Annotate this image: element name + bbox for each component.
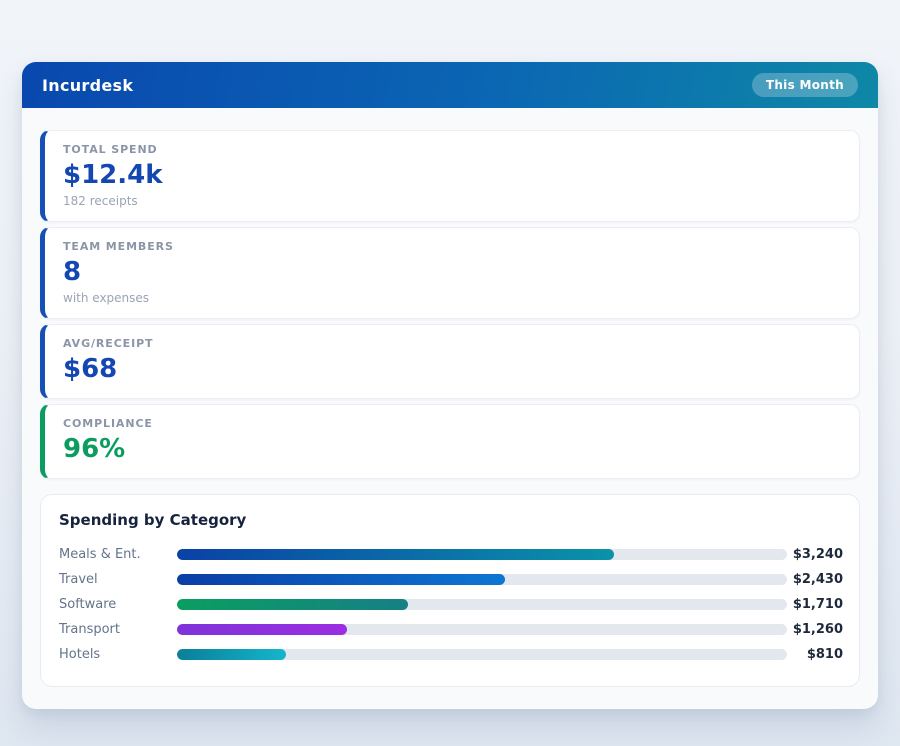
dashboard-content: TOTAL SPEND $12.4k 182 receipts TEAM MEMBER… <box>22 108 878 709</box>
stat-label: TOTAL SPEND <box>63 143 841 156</box>
chart-category-label: Travel <box>59 572 177 587</box>
stat-card: TEAM MEMBERS 8 with expenses <box>40 227 860 319</box>
chart-value-label: $810 <box>787 647 843 662</box>
chart-bar-fill <box>177 624 347 635</box>
chart-bar-track <box>177 624 787 635</box>
stat-value: 8 <box>63 258 841 288</box>
stat-subtext: 182 receipts <box>63 194 841 208</box>
spending-chart-card: Spending by Category Meals & Ent. $3,240 T… <box>40 494 860 687</box>
chart-bar-fill <box>177 574 505 585</box>
chart-category-label: Software <box>59 597 177 612</box>
stat-value: 96% <box>63 435 841 465</box>
chart-bar-track <box>177 574 787 585</box>
chart-category-label: Meals & Ent. <box>59 547 177 562</box>
chart-rows: Meals & Ent. $3,240 Travel $2,430 Software $1… <box>59 542 843 667</box>
chart-category-label: Transport <box>59 622 177 637</box>
chart-row: Meals & Ent. $3,240 <box>59 542 843 567</box>
chart-bar-track <box>177 599 787 610</box>
chart-row: Transport $1,260 <box>59 617 843 642</box>
stats-list: TOTAL SPEND $12.4k 182 receipts TEAM MEMBER… <box>40 130 860 479</box>
stat-label: TEAM MEMBERS <box>63 240 841 253</box>
stat-card: AVG/RECEIPT $68 <box>40 324 860 399</box>
chart-value-label: $1,260 <box>787 622 843 637</box>
dashboard-panel: Incurdesk This Month TOTAL SPEND $12.4k 18… <box>22 62 878 709</box>
chart-category-label: Hotels <box>59 647 177 662</box>
app-title: Incurdesk <box>42 76 133 95</box>
chart-value-label: $1,710 <box>787 597 843 612</box>
chart-row: Travel $2,430 <box>59 567 843 592</box>
stat-label: AVG/RECEIPT <box>63 337 841 350</box>
chart-bar-track <box>177 549 787 560</box>
chart-bar-fill <box>177 599 408 610</box>
chart-bar-fill <box>177 549 614 560</box>
stat-value: $12.4k <box>63 161 841 191</box>
stat-card: TOTAL SPEND $12.4k 182 receipts <box>40 130 860 222</box>
chart-bar-track <box>177 649 787 660</box>
chart-value-label: $3,240 <box>787 547 843 562</box>
chart-value-label: $2,430 <box>787 572 843 587</box>
app-header: Incurdesk This Month <box>22 62 878 108</box>
stat-value: $68 <box>63 355 841 385</box>
chart-title: Spending by Category <box>59 511 843 529</box>
chart-bar-fill <box>177 649 286 660</box>
stat-subtext: with expenses <box>63 291 841 305</box>
period-badge[interactable]: This Month <box>752 73 858 97</box>
chart-row: Hotels $810 <box>59 642 843 667</box>
stat-label: COMPLIANCE <box>63 417 841 430</box>
stat-card: COMPLIANCE 96% <box>40 404 860 479</box>
chart-row: Software $1,710 <box>59 592 843 617</box>
